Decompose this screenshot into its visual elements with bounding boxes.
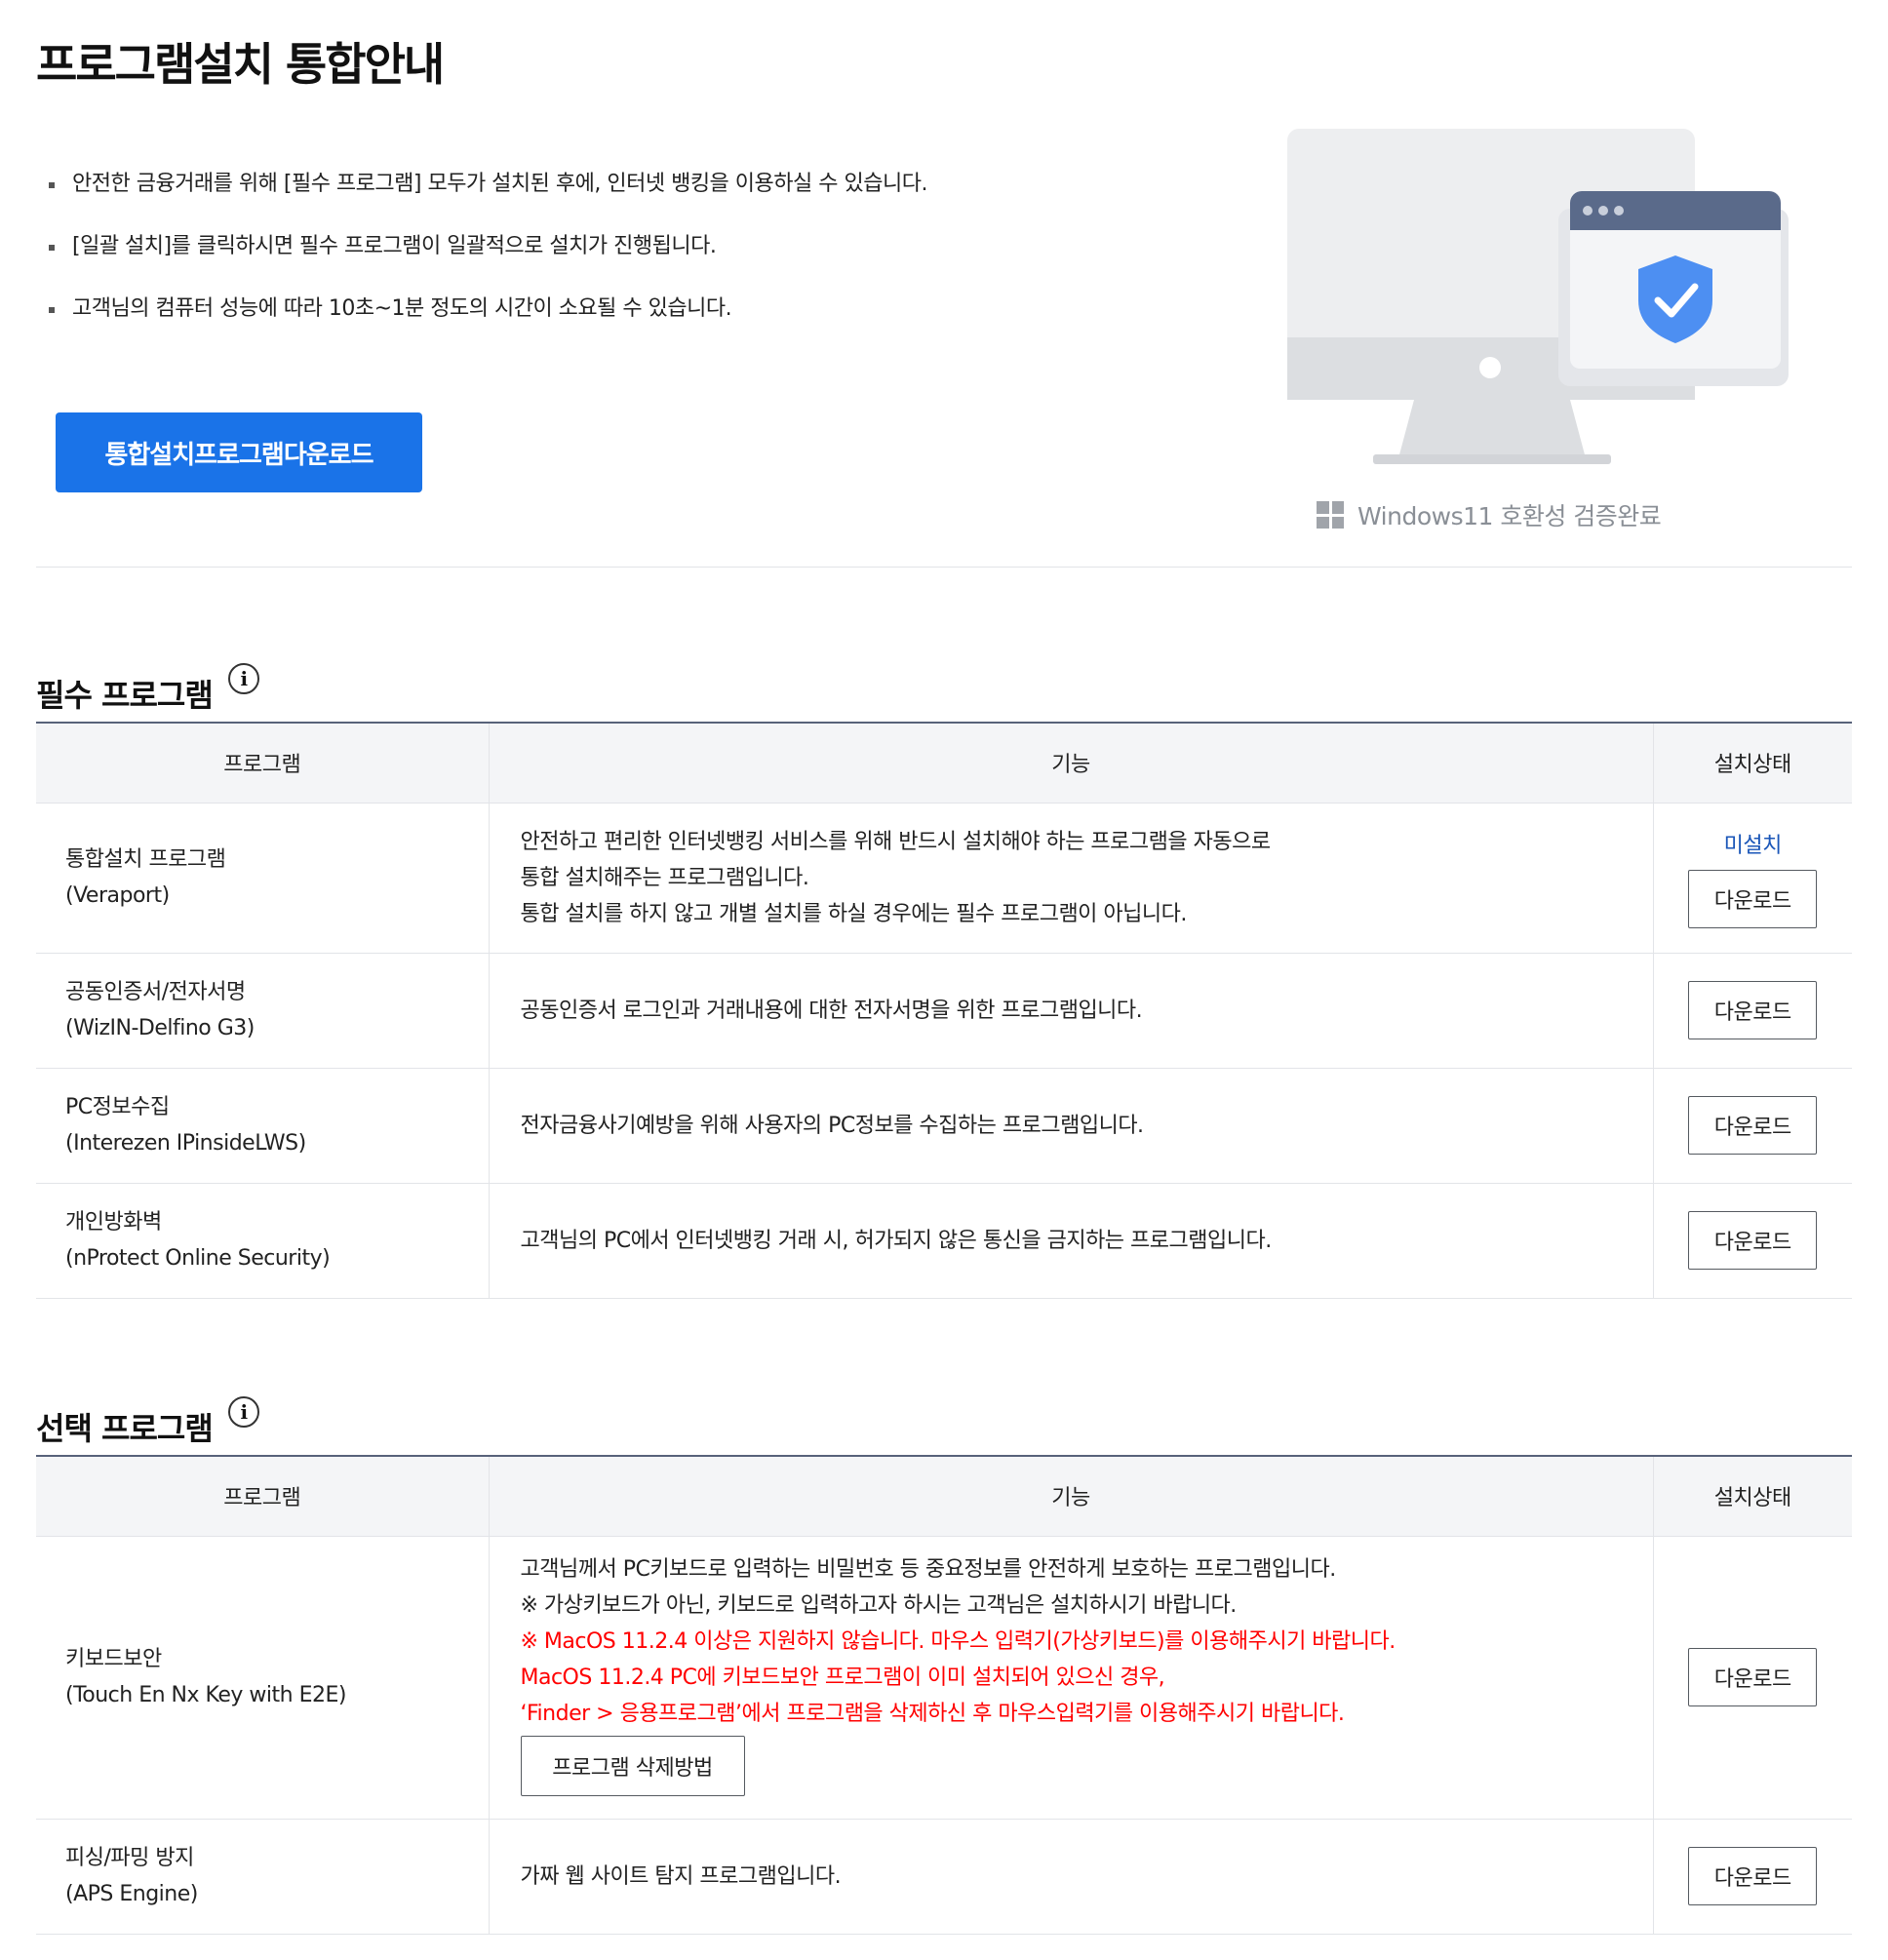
bullet-icon	[49, 182, 55, 188]
bullet-icon	[49, 307, 55, 313]
download-button[interactable]: 다운로드	[1688, 1648, 1818, 1706]
download-button[interactable]: 다운로드	[1688, 981, 1818, 1039]
header-program: 프로그램	[36, 723, 489, 804]
table-row: 개인방화벽 (nProtect Online Security) 고객님의 PC…	[36, 1183, 1852, 1299]
windows-compat-note: Windows11 호환성 검증완료	[1317, 497, 1662, 532]
info-circle-icon[interactable]: i	[227, 663, 259, 694]
program-status-cell: 다운로드	[1652, 953, 1852, 1069]
intro-item: [일괄 설치]를 클릭하시면 필수 프로그램이 일괄적으로 설치가 진행됩니다.	[47, 232, 927, 261]
table-row: 키보드보안 (Touch En Nx Key with E2E) 고객님께서 P…	[36, 1536, 1852, 1820]
program-status-cell: 미설치 다운로드	[1652, 803, 1852, 954]
program-status-cell: 다운로드	[1652, 1068, 1852, 1184]
program-desc-cell: 전자금융사기예방을 위해 사용자의 PC정보를 수집하는 프로그램입니다.	[488, 1068, 1653, 1184]
program-status-cell: 다운로드	[1652, 1183, 1852, 1299]
table-header-row: 프로그램 기능 설치상태	[36, 1456, 1852, 1537]
program-desc-cell: 고객님의 PC에서 인터넷뱅킹 거래 시, 허가되지 않은 통신을 금지하는 프…	[488, 1183, 1653, 1299]
warning-text: ‘Finder > 응용프로그램’에서 프로그램을 삭제하신 후 마우스입력기를…	[520, 1701, 1345, 1726]
header-program: 프로그램	[36, 1456, 489, 1537]
monitor-shield-illustration	[1287, 129, 1789, 464]
table-header-row: 프로그램 기능 설치상태	[36, 723, 1852, 804]
program-desc-cell: 가짜 웹 사이트 탐지 프로그램입니다.	[488, 1819, 1653, 1935]
install-status: 미설치	[1723, 833, 1783, 858]
page-title: 프로그램설치 통합안내	[36, 38, 445, 91]
program-status-cell: 다운로드	[1652, 1819, 1852, 1935]
required-table: 프로그램 기능 설치상태 통합설치 프로그램 (Veraport) 안전하고 편…	[36, 722, 1852, 1299]
intro-list: 안전한 금융거래를 위해 [필수 프로그램] 모두가 설치된 후에, 인터넷 뱅…	[47, 170, 927, 357]
download-button[interactable]: 다운로드	[1688, 1211, 1818, 1270]
header-function: 기능	[488, 1456, 1653, 1537]
program-desc-cell: 공동인증서 로그인과 거래내용에 대한 전자서명을 위한 프로그램입니다.	[488, 953, 1653, 1069]
warning-text: ※ MacOS 11.2.4 이상은 지원하지 않습니다. 마우스 입력기(가상…	[520, 1628, 1396, 1654]
windows-logo-icon	[1317, 501, 1344, 529]
intro-item: 고객님의 컴퓨터 성능에 따라 10초~1분 정도의 시간이 소요될 수 있습니…	[47, 294, 927, 324]
warning-text: MacOS 11.2.4 PC에 키보드보안 프로그램이 이미 설치되어 있으신…	[520, 1665, 1165, 1690]
program-name-cell: 공동인증서/전자서명 (WizIN-Delfino G3)	[36, 953, 489, 1069]
header-status: 설치상태	[1652, 723, 1852, 804]
program-name-cell: PC정보수집 (Interezen IPinsideLWS)	[36, 1068, 489, 1184]
download-all-button[interactable]: 통합설치프로그램다운로드	[56, 412, 422, 492]
program-name-cell: 통합설치 프로그램 (Veraport)	[36, 803, 489, 954]
header-function: 기능	[488, 723, 1653, 804]
intro-item: 안전한 금융거래를 위해 [필수 프로그램] 모두가 설치된 후에, 인터넷 뱅…	[47, 170, 927, 199]
program-name-cell: 키보드보안 (Touch En Nx Key with E2E)	[36, 1536, 489, 1820]
program-status-cell: 다운로드	[1652, 1536, 1852, 1820]
optional-table: 프로그램 기능 설치상태 키보드보안 (Touch En Nx Key with…	[36, 1455, 1852, 1935]
uninstall-guide-button[interactable]: 프로그램 삭제방법	[520, 1735, 745, 1796]
table-row: 공동인증서/전자서명 (WizIN-Delfino G3) 공동인증서 로그인과…	[36, 953, 1852, 1069]
program-name-cell: 피싱/파밍 방지 (APS Engine)	[36, 1819, 489, 1935]
program-desc-cell: 안전하고 편리한 인터넷뱅킹 서비스를 위해 반드시 설치해야 하는 프로그램을…	[488, 803, 1653, 954]
download-button[interactable]: 다운로드	[1688, 869, 1818, 928]
download-button[interactable]: 다운로드	[1688, 1096, 1818, 1155]
info-circle-icon[interactable]: i	[227, 1396, 259, 1428]
optional-section-title: 선택 프로그램 i	[36, 1396, 259, 1449]
table-row: 피싱/파밍 방지 (APS Engine) 가짜 웹 사이트 탐지 프로그램입니…	[36, 1819, 1852, 1935]
bullet-icon	[49, 245, 55, 251]
required-section-title: 필수 프로그램 i	[36, 663, 259, 716]
program-desc-cell: 고객님께서 PC키보드로 입력하는 비밀번호 등 중요정보를 안전하게 보호하는…	[488, 1536, 1653, 1820]
program-name-cell: 개인방화벽 (nProtect Online Security)	[36, 1183, 489, 1299]
table-row: PC정보수집 (Interezen IPinsideLWS) 전자금융사기예방을…	[36, 1068, 1852, 1184]
download-button[interactable]: 다운로드	[1688, 1847, 1818, 1905]
header-status: 설치상태	[1652, 1456, 1852, 1537]
table-row: 통합설치 프로그램 (Veraport) 안전하고 편리한 인터넷뱅킹 서비스를…	[36, 803, 1852, 954]
divider	[36, 567, 1852, 568]
